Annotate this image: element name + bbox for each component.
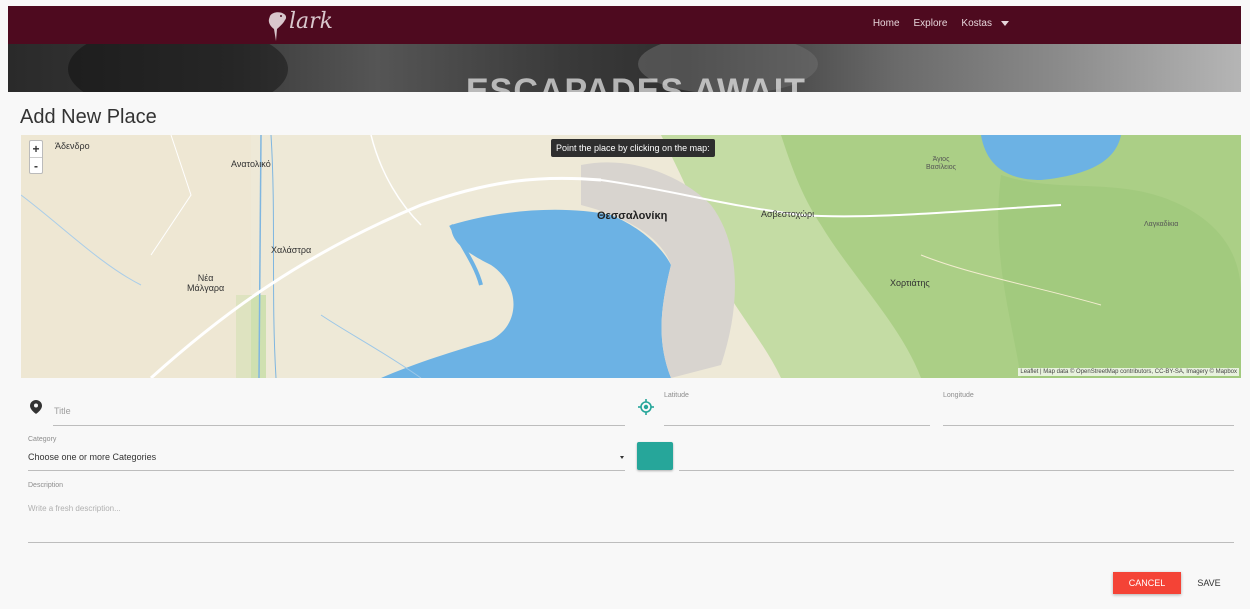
title-input[interactable]: Title — [54, 406, 71, 416]
nav-explore-link[interactable]: Explore — [914, 18, 948, 29]
color-picker-button[interactable] — [637, 442, 673, 470]
zoom-in-button[interactable]: + — [30, 141, 42, 157]
category-select[interactable]: Choose one or more Categories — [28, 452, 156, 462]
map-label-agios-vasileios: Άγιος Βασίλειος — [926, 156, 957, 171]
logo[interactable]: lark — [266, 9, 333, 41]
nav-home-link[interactable]: Home — [873, 18, 900, 29]
map-label-thessaloniki: Θεσσαλονίκη — [597, 210, 668, 222]
category-underline — [28, 470, 625, 471]
location-map[interactable]: Άδενδρο Ανατολικό Χαλάστρα Νέα Μάλγαρα Θ… — [21, 135, 1241, 378]
longitude-label: Longitude — [943, 392, 974, 399]
nav-user-name: Kostas — [961, 18, 992, 29]
map-label-chalastra: Χαλάστρα — [271, 245, 312, 255]
zoom-out-button[interactable]: - — [30, 157, 42, 173]
select-caret-icon — [620, 456, 624, 459]
description-label: Description — [28, 482, 64, 489]
map-zoom-control: + - — [29, 140, 43, 174]
map-instruction-tooltip: Point the place by clicking on the map: — [551, 139, 715, 157]
latitude-label: Latitude — [664, 392, 689, 399]
map-label-asvestochori: Ασβεστοχώρι — [761, 209, 815, 219]
title-underline — [53, 425, 625, 426]
gps-locate-icon[interactable] — [638, 399, 654, 415]
nav-user-menu[interactable]: Kostas — [961, 18, 1009, 29]
caret-down-icon — [1001, 20, 1009, 26]
bird-logo-icon — [268, 12, 287, 41]
latitude-input[interactable] — [664, 425, 930, 426]
map-label-adendro: Άδενδρο — [55, 141, 90, 151]
map-tiles — [21, 135, 1241, 378]
top-navbar: lark Home Explore Kostas — [8, 6, 1241, 44]
description-underline — [28, 542, 1234, 543]
map-label-lagkadikia: Λαγκαδίκια — [1144, 221, 1179, 228]
save-button[interactable]: SAVE — [1189, 572, 1229, 594]
map-label-nea-malagara: Νέα Μάλγαρα — [187, 273, 225, 293]
map-label-anatoliko: Ανατολικό — [231, 159, 271, 169]
place-marker-icon — [30, 400, 42, 414]
longitude-input[interactable] — [943, 425, 1234, 426]
cancel-button[interactable]: CANCEL — [1113, 572, 1181, 594]
page-title: Add New Place — [20, 106, 157, 128]
map-attribution: Leaflet | Map data © OpenStreetMap contr… — [1018, 368, 1239, 376]
add-place-page: lark Home Explore Kostas ESCAPADES AWAIT… — [0, 0, 1250, 609]
description-textarea[interactable]: Write a fresh description... — [28, 504, 121, 513]
nav-links: Home Explore Kostas — [873, 18, 1009, 29]
category-label: Category — [28, 436, 57, 443]
color-value-input[interactable] — [679, 470, 1234, 471]
hero-banner: ESCAPADES AWAIT — [8, 44, 1241, 92]
map-label-chortiatis: Χορτιάτης — [890, 278, 930, 288]
logo-text: lark — [289, 9, 333, 34]
hero-title: ESCAPADES AWAIT — [466, 72, 806, 92]
